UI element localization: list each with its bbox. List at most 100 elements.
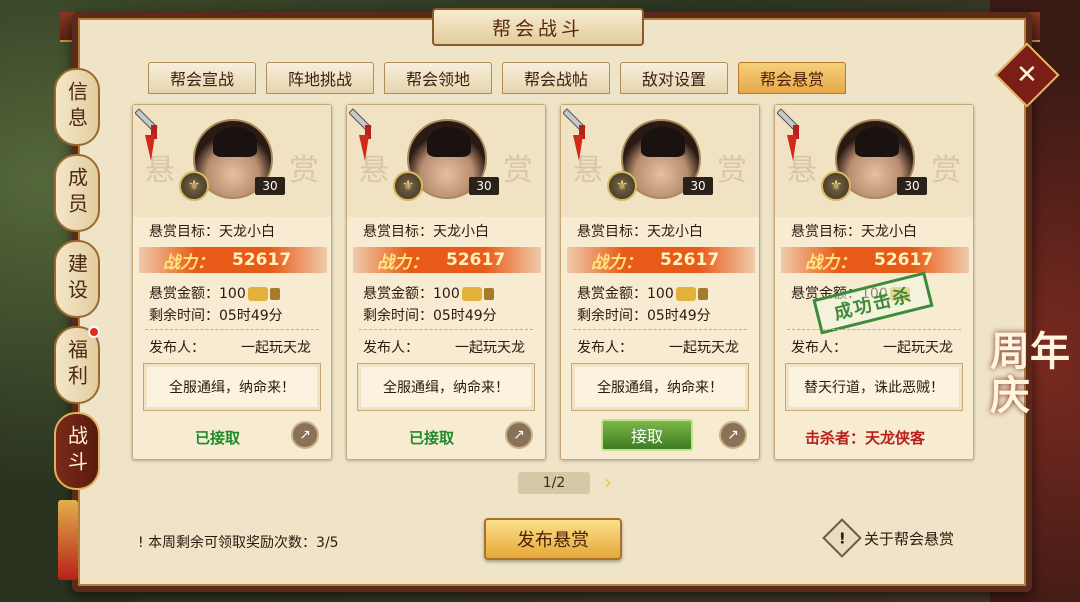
- reward-row: 悬赏金额：100: [149, 283, 280, 303]
- tab-war-letter[interactable]: 帮会战帖: [502, 62, 610, 94]
- time-label: 剩余时间：: [577, 308, 647, 324]
- lock-icon: [269, 288, 280, 300]
- accept-button[interactable]: 接取: [601, 419, 693, 451]
- side-tab-label: 福利: [64, 339, 89, 391]
- rank-badge-icon: ⚜: [179, 171, 209, 201]
- time-row: 剩余时间：05时49分: [363, 305, 497, 325]
- tab-position-challenge[interactable]: 阵地挑战: [266, 62, 374, 94]
- target-row: 悬赏目标：天龙小白: [577, 221, 703, 241]
- reward-label: 悬赏金额：: [363, 286, 433, 302]
- gold-ingot-icon: [461, 287, 482, 301]
- chevron-right-icon: ›: [604, 470, 612, 494]
- reward-row: 悬赏金额：100: [577, 283, 708, 303]
- time-label: 剩余时间：: [149, 308, 219, 324]
- reward-label: 悬赏金额：: [577, 286, 647, 302]
- level-badge: 30: [897, 177, 927, 195]
- watermark-char: 赏: [503, 153, 533, 188]
- side-tab-members[interactable]: 成员: [54, 154, 100, 232]
- share-icon: ↗: [727, 427, 739, 443]
- target-row: 悬赏目标：天龙小白: [791, 221, 917, 241]
- target-label: 悬赏目标：: [149, 224, 219, 240]
- accepted-status: 已接取: [195, 429, 241, 447]
- publisher-label: 发布人：: [577, 340, 633, 356]
- level-badge: 30: [255, 177, 285, 195]
- side-tab-info[interactable]: 信息: [54, 68, 100, 146]
- share-button[interactable]: ↗: [291, 421, 319, 449]
- level-badge: 30: [683, 177, 713, 195]
- divider: [145, 329, 319, 330]
- target-name: 天龙小白: [219, 224, 275, 240]
- side-tab-label: 信息: [64, 81, 89, 133]
- reward-label: 悬赏金额：: [149, 286, 219, 302]
- kill-success-stamp: 成功击杀: [812, 271, 934, 335]
- target-name: 天龙小白: [861, 224, 917, 240]
- time-label: 剩余时间：: [363, 308, 433, 324]
- publisher-label: 发布人：: [791, 340, 847, 356]
- reward-row: 悬赏金额：100: [363, 283, 494, 303]
- sword-icon: [135, 108, 158, 161]
- level-badge: 30: [469, 177, 499, 195]
- publisher-name: 一起玩天龙: [883, 340, 953, 356]
- power-label: 战力：: [163, 252, 214, 273]
- power-bar: 战力： 52617: [139, 247, 327, 273]
- publisher-label: 发布人：: [149, 340, 205, 356]
- power-label: 战力：: [377, 252, 428, 273]
- tab-declare-war[interactable]: 帮会宣战: [148, 62, 256, 94]
- power-label: 战力：: [805, 252, 856, 273]
- exclamation-icon: !: [822, 518, 862, 558]
- target-label: 悬赏目标：: [363, 224, 433, 240]
- time-value: 05时49分: [219, 308, 283, 324]
- killer-label: 击杀者：: [805, 429, 866, 447]
- side-tab-battle[interactable]: 战斗: [54, 412, 100, 490]
- reward-value: 100: [219, 286, 246, 302]
- about-bounty-label: 关于帮会悬赏: [864, 529, 955, 548]
- target-name: 天龙小白: [647, 224, 703, 240]
- lock-icon: [483, 288, 494, 300]
- accepted-status: 已接取: [409, 429, 455, 447]
- bounty-card: 悬 赏 ⚜ 30 悬赏目标：天龙小白 战力：52617 悬赏金额：100 成功击…: [774, 104, 974, 460]
- publisher-row: 发布人： 一起玩天龙: [149, 337, 311, 357]
- watermark-char: 赏: [717, 153, 747, 188]
- next-page-button[interactable]: ›: [604, 470, 612, 494]
- divider: [359, 329, 533, 330]
- divider: [787, 329, 961, 330]
- tab-territory[interactable]: 帮会领地: [384, 62, 492, 94]
- power-bar: 战力： 52617: [567, 247, 755, 273]
- side-tab-build[interactable]: 建设: [54, 240, 100, 318]
- notification-dot: [88, 326, 100, 338]
- power-value: 52617: [874, 250, 934, 270]
- time-value: 05时49分: [647, 308, 711, 324]
- bounty-message: 全服通缉，纳命来！: [143, 363, 321, 411]
- publisher-name: 一起玩天龙: [669, 340, 739, 356]
- side-tab-label: 建设: [64, 253, 89, 305]
- publisher-label: 发布人：: [363, 340, 419, 356]
- bounty-card-list: 悬 赏 ⚜ 30 悬赏目标：天龙小白 战力： 52617 悬赏金额：100 剩余时…: [132, 104, 974, 460]
- power-value: 52617: [660, 250, 720, 270]
- weekly-reward-text: 本周剩余可领取奖励次数：3/5: [148, 535, 339, 551]
- sword-icon: [563, 108, 586, 161]
- reward-value: 100: [433, 286, 460, 302]
- side-nav: 信息 成员 建设 福利 战斗: [50, 68, 106, 498]
- share-button[interactable]: ↗: [719, 421, 747, 449]
- publisher-row: 发布人： 一起玩天龙: [791, 337, 953, 357]
- target-name: 天龙小白: [433, 224, 489, 240]
- about-bounty-link[interactable]: ! 关于帮会悬赏: [822, 518, 955, 558]
- power-value: 52617: [446, 250, 506, 270]
- tassel-decoration: [58, 500, 78, 580]
- share-icon: ↗: [513, 427, 525, 443]
- time-value: 05时49分: [433, 308, 497, 324]
- rank-badge-icon: ⚜: [607, 171, 637, 201]
- share-icon: ↗: [299, 427, 311, 443]
- power-value: 52617: [232, 250, 292, 270]
- time-row: 剩余时间：05时49分: [577, 305, 711, 325]
- anniversary-logo[interactable]: 周年庆: [990, 330, 1070, 500]
- panel-title: 帮会战斗: [432, 8, 644, 46]
- publish-bounty-button[interactable]: 发布悬赏: [484, 518, 622, 560]
- sword-icon: [349, 108, 372, 161]
- tab-enemy-settings[interactable]: 敌对设置: [620, 62, 728, 94]
- sword-icon: [777, 108, 800, 161]
- share-button[interactable]: ↗: [505, 421, 533, 449]
- rank-badge-icon: ⚜: [821, 171, 851, 201]
- tab-bounty[interactable]: 帮会悬赏: [738, 62, 846, 94]
- side-tab-welfare[interactable]: 福利: [54, 326, 100, 404]
